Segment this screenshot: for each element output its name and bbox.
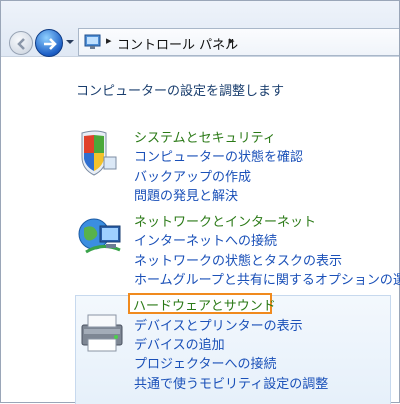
forward-button[interactable]: [35, 29, 63, 57]
link-connect-projector[interactable]: プロジェクターへの接続: [134, 353, 276, 372]
security-shield-icon: [81, 130, 117, 176]
back-button[interactable]: [9, 31, 33, 55]
back-arrow-icon: [17, 38, 25, 50]
category-title[interactable]: システムとセキュリティ: [134, 127, 276, 146]
link-homegroup-sharing[interactable]: ホームグループと共有に関するオプションの選択: [134, 269, 400, 288]
category-title-hardware-sound[interactable]: ハードウェアとサウンド: [133, 295, 276, 314]
link-mobility-settings[interactable]: 共通で使うモビリティ設定の調整: [134, 373, 328, 392]
recent-pages-dropdown-icon[interactable]: [64, 36, 76, 48]
breadcrumb-separator[interactable]: ▸: [106, 34, 112, 47]
forward-arrow-icon: [44, 38, 57, 50]
link-find-fix-problems[interactable]: 問題の発見と解決: [134, 185, 238, 204]
link-create-backup[interactable]: バックアップの作成: [134, 166, 251, 185]
link-view-devices-printers[interactable]: デバイスとプリンターの表示: [134, 315, 303, 334]
link-connect-internet[interactable]: インターネットへの接続: [134, 230, 277, 249]
control-panel-window: ▸ コントロール パネル ▸ コンピューターの設定を調整します システムとセキュ…: [0, 0, 400, 404]
link-add-device[interactable]: デバイスの追加: [134, 334, 225, 353]
category-title[interactable]: ネットワークとインターネット: [134, 211, 316, 230]
link-view-network-status[interactable]: ネットワークの状態とタスクの表示: [134, 250, 342, 269]
printer-icon: [81, 314, 123, 352]
link-check-computer-status[interactable]: コンピューターの状態を確認: [134, 146, 303, 165]
page-heading: コンピューターの設定を調整します: [76, 84, 285, 99]
control-panel-icon: [84, 34, 101, 49]
network-globe-icon: [78, 218, 121, 254]
breadcrumb-control-panel[interactable]: コントロール パネル: [117, 34, 238, 53]
breadcrumb-separator[interactable]: ▸: [229, 34, 235, 47]
navigation-toolbar: ▸ コントロール パネル ▸: [1, 1, 399, 57]
address-bar[interactable]: ▸ コントロール パネル ▸: [78, 28, 399, 56]
